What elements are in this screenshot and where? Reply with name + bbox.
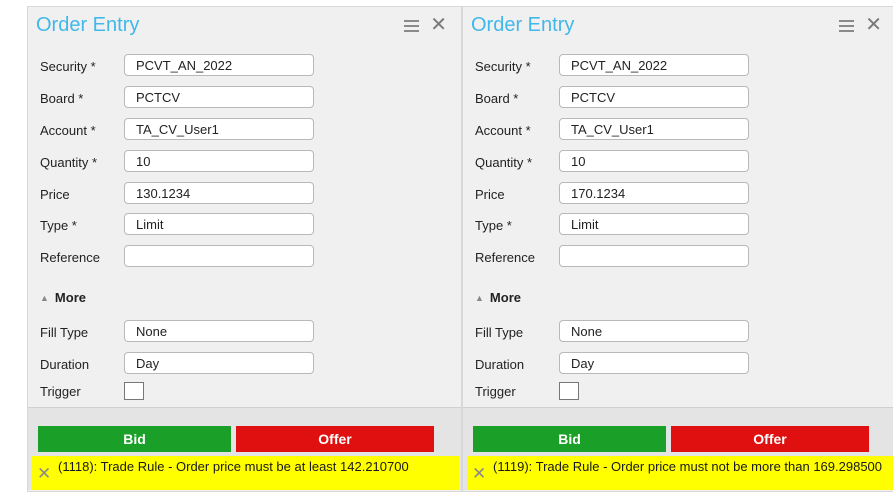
close-icon[interactable]: ✕ — [865, 15, 882, 35]
caret-up-icon: ▲ — [475, 293, 484, 303]
board-field[interactable]: PCTCV — [124, 86, 314, 108]
error-message: ✕ (1119): Trade Rule - Order price must … — [467, 456, 893, 490]
panel-header: Order Entry ✕ — [28, 7, 461, 45]
order-entry-panel-right: Order Entry ✕ Security * PCVT_AN_2022 Bo… — [462, 6, 893, 492]
fill-type-row: Fill Type None — [463, 320, 893, 344]
duration-row: Duration Day — [28, 352, 461, 376]
trigger-label: Trigger — [475, 384, 516, 399]
price-field[interactable]: 130.1234 — [124, 182, 314, 204]
trigger-checkbox[interactable] — [559, 382, 579, 400]
trigger-checkbox[interactable] — [124, 382, 144, 400]
close-icon[interactable]: ✕ — [430, 15, 447, 35]
account-row: Account * TA_CV_User1 — [463, 118, 893, 142]
reference-field[interactable] — [559, 245, 749, 267]
reference-label: Reference — [475, 250, 535, 265]
quantity-field[interactable]: 10 — [124, 150, 314, 172]
panel-title: Order Entry — [471, 14, 575, 36]
caret-up-icon: ▲ — [40, 293, 49, 303]
reference-label: Reference — [40, 250, 100, 265]
price-label: Price — [40, 187, 70, 202]
more-label: More — [489, 290, 521, 305]
quantity-row: Quantity * 10 — [28, 150, 461, 174]
account-label: Account * — [40, 123, 96, 138]
board-row: Board * PCTCV — [28, 86, 461, 110]
error-message-text: (1119): Trade Rule - Order price must no… — [493, 459, 883, 474]
bid-button[interactable]: Bid — [473, 426, 666, 452]
trigger-label: Trigger — [40, 384, 81, 399]
price-row: Price 130.1234 — [28, 182, 461, 206]
menu-icon[interactable] — [404, 20, 419, 32]
account-row: Account * TA_CV_User1 — [28, 118, 461, 142]
security-label: Security * — [475, 59, 531, 74]
fill-type-row: Fill Type None — [28, 320, 461, 344]
dismiss-icon[interactable]: ✕ — [37, 465, 51, 482]
quantity-field[interactable]: 10 — [559, 150, 749, 172]
account-label: Account * — [475, 123, 531, 138]
offer-button[interactable]: Offer — [236, 426, 434, 452]
panel-title: Order Entry — [36, 14, 140, 36]
trigger-row: Trigger — [28, 379, 461, 403]
security-field[interactable]: PCVT_AN_2022 — [124, 54, 314, 76]
duration-field[interactable]: Day — [124, 352, 314, 374]
duration-row: Duration Day — [463, 352, 893, 376]
board-label: Board * — [475, 91, 519, 106]
type-field[interactable]: Limit — [559, 213, 749, 235]
duration-field[interactable]: Day — [559, 352, 749, 374]
type-label: Type * — [40, 218, 77, 233]
fill-type-field[interactable]: None — [124, 320, 314, 342]
account-field[interactable]: TA_CV_User1 — [124, 118, 314, 140]
security-label: Security * — [40, 59, 96, 74]
dismiss-icon[interactable]: ✕ — [472, 465, 486, 482]
duration-label: Duration — [475, 357, 525, 372]
price-field[interactable]: 170.1234 — [559, 182, 749, 204]
trigger-row: Trigger — [463, 379, 893, 403]
fill-type-label: Fill Type — [475, 325, 524, 340]
type-label: Type * — [475, 218, 512, 233]
order-entry-panel-left: Order Entry ✕ Security * PCVT_AN_2022 Bo… — [27, 6, 462, 492]
price-label: Price — [475, 187, 505, 202]
quantity-row: Quantity * 10 — [463, 150, 893, 174]
error-message-text: (1118): Trade Rule - Order price must be… — [58, 459, 409, 474]
offer-button[interactable]: Offer — [671, 426, 869, 452]
more-label: More — [54, 290, 86, 305]
fill-type-field[interactable]: None — [559, 320, 749, 342]
type-field[interactable]: Limit — [124, 213, 314, 235]
reference-row: Reference — [463, 245, 893, 269]
panel-header: Order Entry ✕ — [463, 7, 893, 45]
security-row: Security * PCVT_AN_2022 — [28, 54, 461, 78]
board-row: Board * PCTCV — [463, 86, 893, 110]
type-row: Type * Limit — [463, 213, 893, 237]
type-row: Type * Limit — [28, 213, 461, 237]
error-message: ✕ (1118): Trade Rule - Order price must … — [32, 456, 459, 490]
board-label: Board * — [40, 91, 84, 106]
security-row: Security * PCVT_AN_2022 — [463, 54, 893, 78]
reference-field[interactable] — [124, 245, 314, 267]
more-toggle[interactable]: ▲ More — [475, 290, 521, 305]
bid-button[interactable]: Bid — [38, 426, 231, 452]
quantity-label: Quantity * — [475, 155, 533, 170]
security-field[interactable]: PCVT_AN_2022 — [559, 54, 749, 76]
more-toggle[interactable]: ▲ More — [40, 290, 86, 305]
fill-type-label: Fill Type — [40, 325, 89, 340]
reference-row: Reference — [28, 245, 461, 269]
duration-label: Duration — [40, 357, 90, 372]
board-field[interactable]: PCTCV — [559, 86, 749, 108]
menu-icon[interactable] — [839, 20, 854, 32]
quantity-label: Quantity * — [40, 155, 98, 170]
price-row: Price 170.1234 — [463, 182, 893, 206]
account-field[interactable]: TA_CV_User1 — [559, 118, 749, 140]
